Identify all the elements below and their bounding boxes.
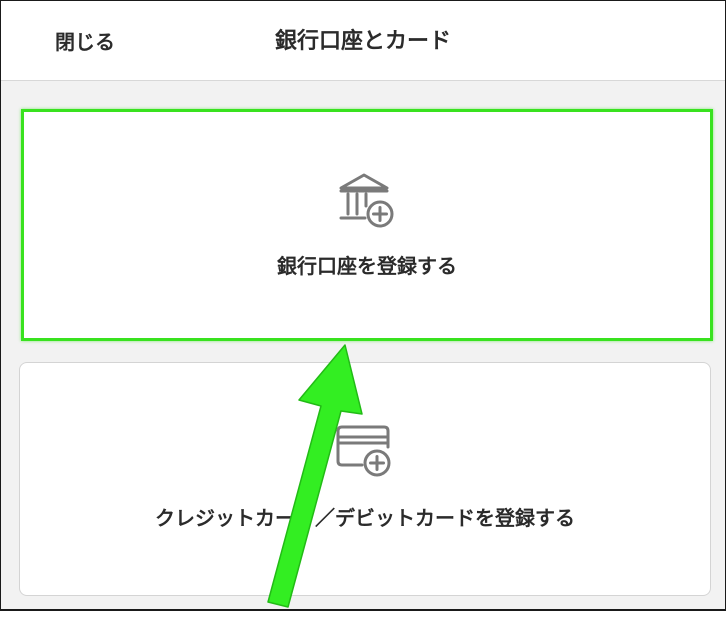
card-add-icon — [336, 425, 391, 477]
register-credit-card-label: クレジットカード／デビットカードを登録する — [155, 506, 575, 530]
page-title: 銀行口座とカード — [274, 29, 451, 54]
register-bank-account-option[interactable]: 銀行口座を登録する — [21, 109, 713, 341]
register-credit-card-option[interactable]: クレジットカード／デビットカードを登録する — [19, 362, 711, 596]
header-bar: 閉じる 銀行口座とカード — [1, 1, 725, 81]
bank-add-icon — [339, 173, 394, 228]
register-bank-account-label: 銀行口座を登録する — [277, 254, 457, 278]
bank-and-card-screen: 閉じる 銀行口座とカード 銀行口座を登録する クレジットカード／デビットカードを… — [0, 0, 726, 611]
